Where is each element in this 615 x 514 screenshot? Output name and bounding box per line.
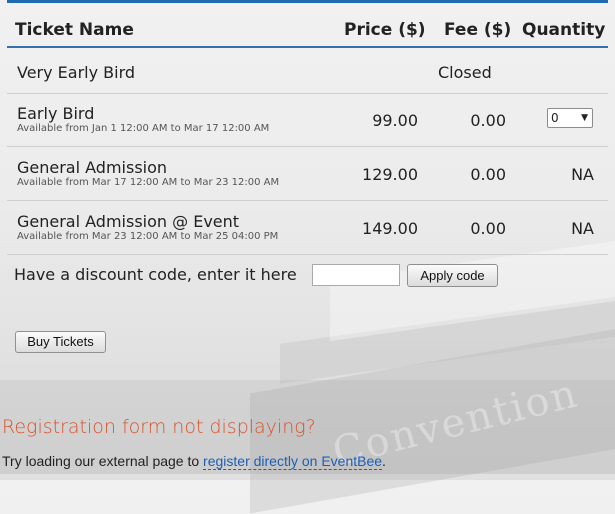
ticket-availability: Available from Mar 17 12:00 AM to Mar 23… xyxy=(17,177,280,188)
registration-hint-prefix: Try loading our external page to xyxy=(2,453,204,469)
header-fee: Fee ($) xyxy=(444,20,512,40)
ticket-fee: 0.00 xyxy=(470,219,506,238)
ticket-status: Closed xyxy=(438,63,492,82)
ticket-availability: Available from Jan 1 12:00 AM to Mar 17 … xyxy=(17,123,270,134)
buy-tickets-button[interactable]: Buy Tickets xyxy=(15,331,106,353)
chevron-down-icon: ▼ xyxy=(581,113,588,123)
ticket-price: 129.00 xyxy=(362,165,418,184)
table-row: General Admission @ Event Available from… xyxy=(7,201,608,253)
ticket-fee: 0.00 xyxy=(470,111,506,130)
table-top-rule xyxy=(7,0,608,3)
header-price: Price ($) xyxy=(344,20,426,40)
ticket-price: 99.00 xyxy=(372,111,418,130)
ticket-quantity: NA xyxy=(571,219,594,238)
ticket-name: Very Early Bird xyxy=(17,63,136,82)
register-on-eventbee-link[interactable]: register directly on EventBee xyxy=(203,453,383,470)
quantity-select[interactable]: 0 ▼ xyxy=(547,108,593,128)
registration-hint-suffix: . xyxy=(382,453,386,469)
registration-help-title: Registration form not displaying? xyxy=(2,416,316,438)
discount-code-label: Have a discount code, enter it here xyxy=(14,265,297,284)
header-quantity: Quantity xyxy=(522,20,606,40)
discount-code-input[interactable] xyxy=(312,264,400,286)
ticket-name: General Admission @ Event xyxy=(17,212,240,231)
ticket-name: Early Bird xyxy=(17,104,95,123)
row-divider xyxy=(7,254,608,255)
ticket-price: 149.00 xyxy=(362,219,418,238)
ticket-fee: 0.00 xyxy=(470,165,506,184)
header-ticket-name: Ticket Name xyxy=(15,20,134,40)
table-row: Very Early Bird Closed xyxy=(7,48,608,92)
registration-help-text: Try loading our external page to registe… xyxy=(2,453,386,470)
quantity-select-value: 0 xyxy=(551,111,559,125)
apply-code-button[interactable]: Apply code xyxy=(407,264,498,287)
ticket-quantity: NA xyxy=(571,165,594,184)
background-building-shape xyxy=(280,296,615,384)
ticket-availability: Available from Mar 23 12:00 AM to Mar 25… xyxy=(17,231,279,242)
ticket-name: General Admission xyxy=(17,158,168,177)
table-row: Early Bird Available from Jan 1 12:00 AM… xyxy=(7,94,608,146)
table-row: General Admission Available from Mar 17 … xyxy=(7,147,608,199)
